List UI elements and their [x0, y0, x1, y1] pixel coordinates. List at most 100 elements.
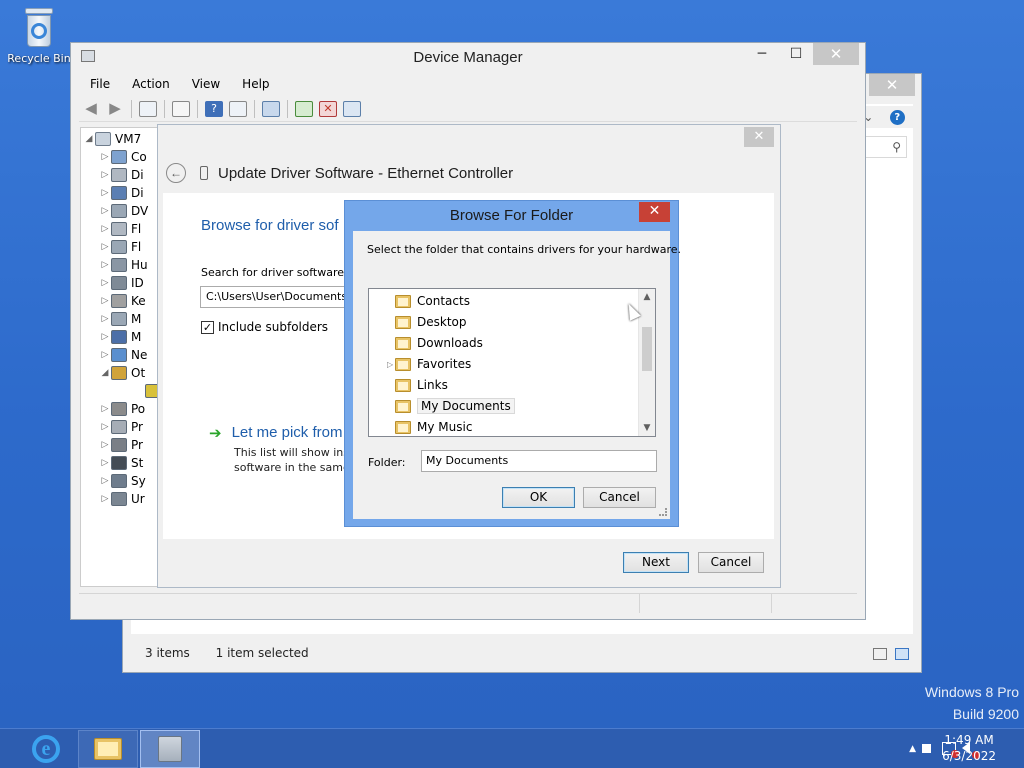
expand-icon[interactable]: ▷: [99, 224, 111, 234]
expand-icon[interactable]: ▷: [99, 440, 111, 450]
expand-icon[interactable]: ▷: [387, 360, 393, 369]
include-subfolders-checkbox[interactable]: ✓: [201, 320, 214, 334]
scroll-thumb[interactable]: [642, 327, 652, 371]
browse-cancel-button[interactable]: Cancel: [583, 487, 656, 508]
ok-button[interactable]: OK: [502, 487, 575, 508]
device-category-row[interactable]: ▷ DV: [99, 202, 148, 220]
menu-view[interactable]: View: [192, 77, 220, 91]
browse-close-button[interactable]: ✕: [639, 202, 670, 222]
device-category-row[interactable]: ▷ Sy: [99, 472, 146, 490]
disable-device-icon[interactable]: [343, 100, 361, 117]
folder-tree-item[interactable]: Contacts: [395, 291, 470, 311]
show-hidden-icons-icon[interactable]: ▲: [909, 744, 916, 754]
expand-icon[interactable]: ▷: [99, 242, 111, 252]
action-center-flag-icon[interactable]: [922, 744, 936, 753]
device-category-row[interactable]: ▷ M: [99, 328, 141, 346]
menu-help[interactable]: Help: [242, 77, 269, 91]
uninstall-device-icon[interactable]: ✕: [319, 100, 337, 117]
include-subfolders-row[interactable]: ✓ Include subfolders: [201, 320, 328, 334]
folder-tree-item[interactable]: ▷ Favorites: [387, 354, 471, 374]
device-category-row[interactable]: ▷ St: [99, 454, 143, 472]
device-category-row[interactable]: ▷ ID: [99, 274, 144, 292]
expand-icon[interactable]: ▷: [99, 494, 111, 504]
wizard-close-button[interactable]: ✕: [744, 127, 774, 147]
expand-icon[interactable]: ▷: [99, 206, 111, 216]
expand-icon[interactable]: ▷: [99, 458, 111, 468]
folder-tree-scrollbar[interactable]: ▲ ▼: [638, 289, 655, 436]
expand-icon[interactable]: ▷: [99, 314, 111, 324]
scroll-down-icon[interactable]: ▼: [639, 420, 655, 436]
device-category-row[interactable]: ▷ Ur: [99, 490, 145, 508]
device-category-row[interactable]: ▷ Co: [99, 148, 147, 166]
pick-from-list-title[interactable]: Let me pick from: [232, 424, 343, 441]
device-category-row[interactable]: ▷ Fl: [99, 238, 141, 256]
device-tree[interactable]: ◢ VM7 ▷ Co ▷ Di ▷ Di ▷ DV ▷ Fl ▷ Fl ▷ Hu ▷ ID ▷ Ke ▷ M ▷ M ▷ Ne…: [80, 127, 158, 587]
expand-icon[interactable]: ▷: [99, 260, 111, 270]
folder-tree-item[interactable]: My Documents: [395, 396, 515, 416]
update-driver-icon[interactable]: [295, 100, 313, 117]
expand-icon[interactable]: ▷: [99, 350, 111, 360]
internet-explorer-button[interactable]: e: [26, 730, 66, 768]
folder-tree[interactable]: My Music My Documents Links ▷ Favorites Downl…: [368, 288, 656, 437]
driver-path-input[interactable]: C:\Users\User\Documents: [200, 286, 350, 308]
folder-tree-item[interactable]: My Music: [395, 417, 472, 436]
expand-icon[interactable]: ▷: [99, 332, 111, 342]
scan-hardware-changes-icon[interactable]: [262, 100, 280, 117]
device-manager-taskbar-button[interactable]: [140, 730, 200, 768]
expand-icon[interactable]: ▷: [99, 422, 111, 432]
resize-grip[interactable]: [659, 508, 667, 516]
device-category-row[interactable]: ▷ Ne: [99, 346, 147, 364]
expand-icon[interactable]: ▷: [99, 404, 111, 414]
explorer-close-button[interactable]: ✕: [869, 74, 915, 96]
expand-icon[interactable]: ▷: [99, 170, 111, 180]
menu-action[interactable]: Action: [132, 77, 170, 91]
next-button[interactable]: Next: [623, 552, 689, 573]
collapse-icon[interactable]: ◢: [99, 368, 111, 378]
menu-file[interactable]: File: [90, 77, 110, 91]
folder-tree-item[interactable]: Desktop: [395, 312, 467, 332]
pick-from-list-option[interactable]: ➔ Let me pick from: [209, 424, 342, 442]
minimize-button[interactable]: ─: [745, 43, 779, 65]
folder-tree-item[interactable]: Links: [395, 375, 448, 395]
device-category-row[interactable]: ▷ Pr: [99, 436, 143, 454]
expand-icon[interactable]: ▷: [99, 278, 111, 288]
browse-for-folder-dialog[interactable]: Browse For Folder ✕ Select the folder th…: [344, 200, 681, 527]
show-action-pane-icon[interactable]: [229, 100, 247, 117]
device-category-row[interactable]: [133, 382, 157, 400]
device-category-icon: [111, 492, 127, 506]
folder-tree-item[interactable]: Downloads: [395, 333, 483, 353]
help-icon[interactable]: ?: [889, 109, 905, 125]
expand-icon[interactable]: ▷: [99, 476, 111, 486]
forward-arrow-icon[interactable]: ▶: [106, 100, 124, 117]
properties-icon[interactable]: [172, 100, 190, 117]
details-view-icon[interactable]: [873, 648, 887, 660]
device-category-row[interactable]: ▷ Po: [99, 400, 145, 418]
device-category-row[interactable]: ▷ Di: [99, 184, 144, 202]
folder-name-input[interactable]: My Documents: [421, 450, 657, 472]
recycle-bin-desktop-icon[interactable]: Recycle Bin: [6, 6, 72, 65]
device-manager-close-button[interactable]: ✕: [813, 43, 859, 65]
large-icons-view-icon[interactable]: [895, 648, 909, 660]
maximize-button[interactable]: ☐: [779, 43, 813, 65]
expand-icon[interactable]: ▷: [99, 152, 111, 162]
help-book-icon[interactable]: ?: [205, 100, 223, 117]
device-category-row[interactable]: ▷ Ke: [99, 292, 146, 310]
show-hide-console-tree-icon[interactable]: [139, 100, 157, 117]
device-category-row[interactable]: ▷ Di: [99, 166, 144, 184]
back-arrow-icon[interactable]: ◀: [82, 100, 100, 117]
device-category-row[interactable]: ▷ Fl: [99, 220, 141, 238]
clock[interactable]: 1:49 AM 6/3/2022: [942, 732, 996, 764]
tree-root[interactable]: ◢ VM7: [83, 130, 141, 148]
device-category-row[interactable]: ▷ Hu: [99, 256, 148, 274]
back-button[interactable]: ←: [166, 163, 186, 183]
wizard-cancel-button[interactable]: Cancel: [698, 552, 764, 573]
expand-icon[interactable]: ▷: [99, 296, 111, 306]
device-category-row[interactable]: ▷ M: [99, 310, 141, 328]
expand-icon[interactable]: ▷: [99, 188, 111, 198]
device-category-row[interactable]: ◢ Ot: [99, 364, 145, 382]
file-explorer-taskbar-button[interactable]: [78, 730, 138, 768]
scroll-up-icon[interactable]: ▲: [639, 289, 655, 305]
collapse-icon[interactable]: ◢: [83, 134, 95, 144]
device-category-row[interactable]: ▷ Pr: [99, 418, 143, 436]
explorer-search-box[interactable]: ⚲: [863, 136, 907, 158]
